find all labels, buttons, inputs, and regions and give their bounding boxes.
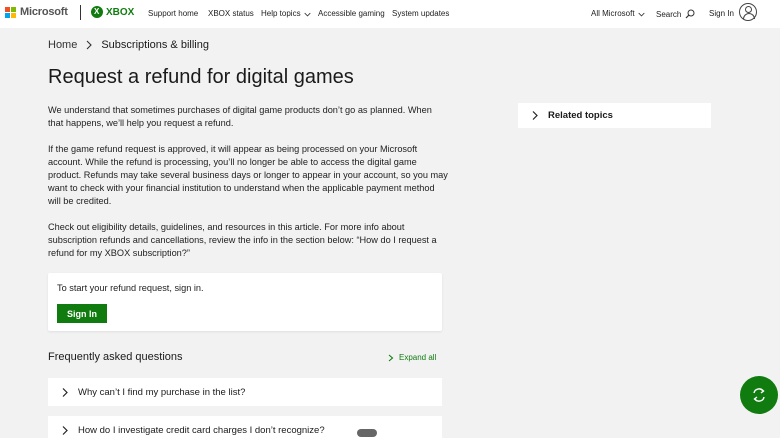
- feedback-button[interactable]: [740, 376, 778, 414]
- faq-item-purchase-list[interactable]: Why can’t I find my purchase in the list…: [48, 378, 442, 406]
- nav-support-home[interactable]: Support home: [148, 9, 198, 18]
- expand-all-button[interactable]: Expand all: [388, 353, 436, 362]
- expand-all-label: Expand all: [399, 353, 437, 362]
- logo-divider: [80, 5, 81, 20]
- search-button[interactable]: Search: [656, 9, 695, 19]
- nav-xbox-status[interactable]: XBOX status: [208, 9, 254, 18]
- page-title: Request a refund for digital games: [48, 66, 354, 88]
- nav-system-updates[interactable]: System updates: [392, 9, 449, 18]
- chevron-right-icon: [60, 425, 70, 435]
- chevron-right-icon: [86, 40, 93, 50]
- intro-paragraph: We understand that sometimes purchases o…: [48, 105, 432, 128]
- nav-accessible-gaming[interactable]: Accessible gaming: [318, 9, 385, 18]
- top-navigation-bar: Microsoft XBOX Support home XBOX status …: [0, 0, 780, 28]
- chevron-down-icon: [637, 12, 645, 17]
- feedback-icon: [753, 388, 765, 402]
- xbox-logo[interactable]: XBOX: [91, 6, 134, 18]
- all-microsoft-menu[interactable]: All Microsoft: [591, 9, 645, 18]
- xbox-logo-icon: [91, 6, 103, 18]
- faq-item-credit-card[interactable]: How do I investigate credit card charges…: [48, 416, 442, 438]
- search-label: Search: [656, 9, 682, 19]
- refund-processing-paragraph: If the game refund request is approved, …: [48, 144, 448, 206]
- faq-heading: Frequently asked questions: [48, 351, 183, 363]
- sign-in-link[interactable]: Sign In: [709, 9, 734, 18]
- signin-button[interactable]: Sign In: [57, 304, 107, 323]
- nav-help-topics-label: Help topics: [261, 9, 301, 18]
- chevron-right-icon: [530, 111, 540, 121]
- avatar-icon[interactable]: [739, 3, 757, 21]
- faq-item-label: Why can’t I find my purchase in the list…: [78, 386, 246, 398]
- related-topics-label: Related topics: [548, 110, 613, 121]
- microsoft-logo[interactable]: Microsoft: [5, 6, 68, 18]
- related-topics-toggle[interactable]: Related topics: [518, 103, 711, 128]
- signin-card-text: To start your refund request, sign in.: [57, 283, 204, 293]
- breadcrumb: Home Subscriptions & billing: [48, 39, 209, 51]
- signin-card: To start your refund request, sign in. S…: [48, 273, 442, 331]
- chevron-down-icon: [303, 12, 311, 17]
- microsoft-logo-icon: [5, 6, 16, 18]
- xbox-wordmark: XBOX: [106, 6, 135, 18]
- breadcrumb-home[interactable]: Home: [48, 39, 77, 51]
- eligibility-paragraph: Check out eligibility details, guideline…: [48, 222, 437, 258]
- nav-help-topics[interactable]: Help topics: [261, 9, 311, 18]
- breadcrumb-current[interactable]: Subscriptions & billing: [101, 39, 209, 51]
- search-icon: [685, 9, 695, 19]
- scroll-indicator[interactable]: [357, 429, 377, 437]
- microsoft-wordmark: Microsoft: [20, 6, 68, 18]
- chevron-right-icon: [388, 354, 394, 361]
- chevron-right-icon: [60, 387, 70, 397]
- all-microsoft-label: All Microsoft: [591, 9, 635, 18]
- faq-item-label: How do I investigate credit card charges…: [78, 424, 325, 436]
